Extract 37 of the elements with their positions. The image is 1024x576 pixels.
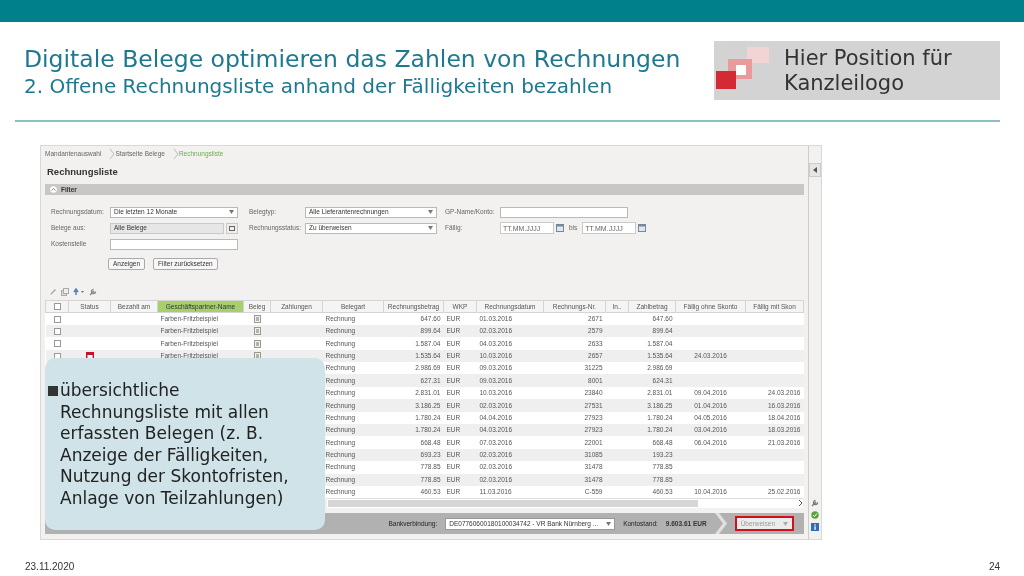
bullet-icon bbox=[48, 386, 58, 396]
info-icon[interactable] bbox=[811, 523, 819, 531]
input-field[interactable] bbox=[110, 238, 238, 250]
caret-icon bbox=[783, 521, 788, 526]
wrench-icon[interactable] bbox=[89, 287, 97, 296]
slide-subtitle: 2. Offene Rechnungsliste anhand der Fälligkeiten bezahlen bbox=[24, 75, 614, 97]
callout-text: übersichtliche Rechnungsliste mit allen erfassten Belegen (z. B. Anzeige der Fälligkeiten, Nutzung der Skontofristen, Anlage von Teilzahlungen) bbox=[60, 380, 290, 510]
checkbox[interactable] bbox=[53, 340, 61, 348]
list-icon bbox=[229, 225, 235, 231]
caret-icon bbox=[606, 521, 612, 526]
chevron-icon bbox=[172, 148, 179, 160]
logo-caption: Hier Position für Kanzleilogo bbox=[784, 45, 953, 96]
picker-button[interactable] bbox=[226, 222, 238, 234]
upload-icon[interactable] bbox=[73, 287, 85, 296]
checkbox[interactable] bbox=[53, 315, 61, 323]
arrow-separator-icon bbox=[714, 513, 727, 535]
status-icon[interactable] bbox=[811, 511, 819, 519]
slide-date: 23.11.2020 bbox=[25, 560, 75, 574]
horizontal-scrollbar[interactable] bbox=[327, 498, 803, 509]
input-field[interactable] bbox=[500, 206, 628, 218]
pencil-icon[interactable] bbox=[49, 287, 57, 296]
calendar-icon[interactable] bbox=[556, 224, 564, 232]
page-title: Rechnungsliste bbox=[47, 166, 119, 179]
caret-icon bbox=[428, 226, 433, 230]
caret-icon bbox=[428, 210, 433, 214]
copy-icon[interactable] bbox=[61, 287, 69, 296]
caret-icon bbox=[229, 210, 234, 214]
checkbox[interactable] bbox=[53, 303, 61, 311]
page-number: 24 bbox=[988, 560, 1000, 574]
wrench-icon[interactable] bbox=[811, 499, 819, 507]
panel-toggle-button[interactable] bbox=[809, 163, 821, 177]
chevron-icon bbox=[109, 148, 116, 160]
checkbox[interactable] bbox=[53, 327, 61, 335]
chevron-left-icon bbox=[813, 167, 817, 173]
slide-title: Digitale Belege optimieren das Zahlen von Rechnungen bbox=[24, 46, 681, 72]
calendar-icon[interactable] bbox=[638, 224, 647, 232]
chevron-right-icon[interactable] bbox=[798, 499, 803, 508]
